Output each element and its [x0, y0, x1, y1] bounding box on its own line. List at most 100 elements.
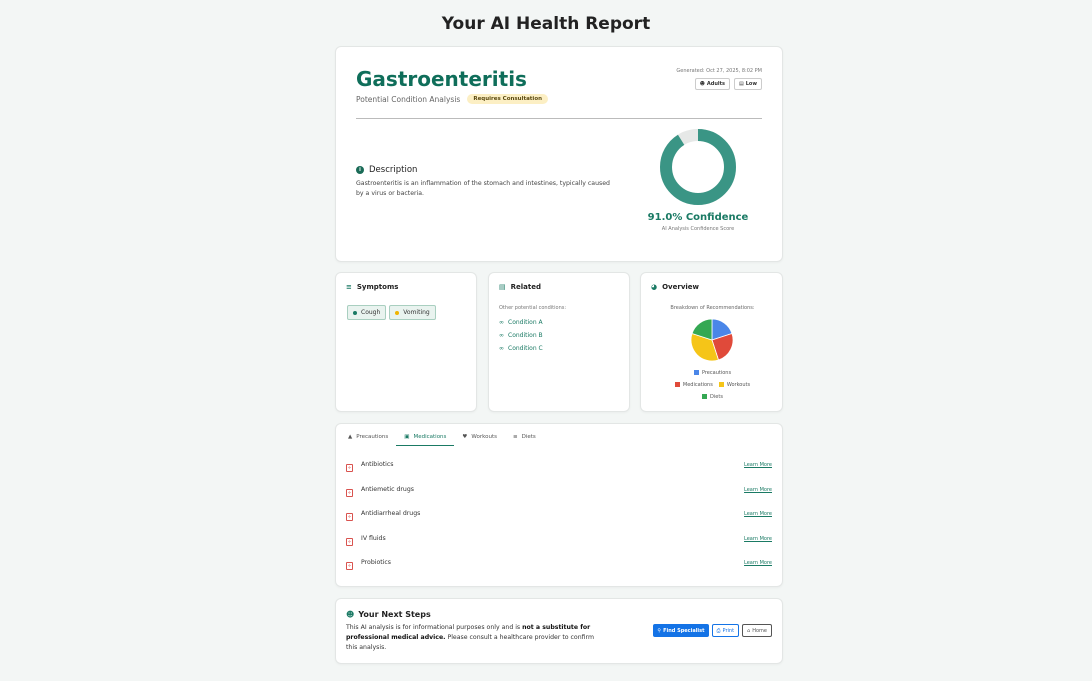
description-text: Gastroenteritis is an inflammation of th… — [356, 180, 610, 197]
next-steps-card: ☻ Your Next Steps This AI analysis is for… — [335, 598, 783, 664]
actions: ⚲ Find Specialist ⎙ Print ⌂ Home — [653, 624, 772, 637]
symptom-label: Cough — [361, 309, 381, 316]
legend-label: Medications — [682, 382, 713, 388]
heart-icon: ♥ — [462, 434, 468, 440]
print-icon: ⎙ — [716, 627, 721, 634]
medication-name: IV fluids — [361, 534, 386, 542]
overview-label: Breakdown of Recommendations: — [670, 305, 755, 311]
link-icon: ∞ — [499, 345, 504, 352]
find-specialist-button[interactable]: ⚲ Find Specialist — [653, 624, 709, 637]
divider — [356, 118, 762, 119]
related-link[interactable]: ∞ Condition A — [499, 319, 543, 326]
search-icon: ⚲ — [657, 627, 662, 634]
tab-label: Workouts — [471, 434, 497, 440]
overview-heading-label: Overview — [662, 283, 699, 291]
related-list: ∞ Condition A ∞ Condition B ∞ Condition C — [499, 319, 543, 358]
medication-name: Antibiotics — [361, 461, 394, 468]
button-label: Find Specialist — [663, 627, 705, 634]
link-icon: ∞ — [499, 319, 504, 326]
overview-card: ◕ Overview Breakdown of Recommendations: … — [640, 272, 783, 412]
related-link[interactable]: ∞ Condition B — [499, 332, 543, 339]
tab-diets[interactable]: ≡ Diets — [505, 428, 544, 446]
learn-more-link[interactable]: Learn More — [744, 462, 772, 468]
medication-name: Antidiarrheal drugs — [361, 510, 421, 517]
list-item: ☩ Probiotics Learn More — [346, 557, 772, 582]
next-steps-heading: ☻ Your Next Steps — [346, 610, 431, 619]
button-label: Home — [752, 627, 767, 634]
medication-list: ☩ Antibiotics Learn More ☩ Antiemetic drugs… — [346, 459, 772, 582]
list-item: ☩ Antibiotics Learn More — [346, 459, 772, 484]
prescription-icon: ☩ — [346, 562, 353, 570]
overview-heading: ◕ Overview — [651, 283, 699, 291]
list-item: ☩ Antidiarrheal drugs Learn More — [346, 508, 772, 533]
symptoms-card: ≡ Symptoms Cough Vomiting — [335, 272, 477, 412]
legend-label: Precautions — [701, 370, 732, 376]
recommendations-card: ▲ Precautions ▣ Medications ♥ Workouts ≡ Die… — [335, 423, 783, 587]
list-item: ☩ IV fluids Learn More — [346, 533, 772, 558]
symptom-label: Vomiting — [403, 309, 430, 316]
pie-icon: ◕ — [651, 283, 658, 291]
confidence-label: AI Analysis Confidence Score — [661, 226, 735, 232]
generated-timestamp: Generated: Oct 27, 2025, 8:02 PM — [676, 68, 762, 74]
list-item: ☩ Antiemetic drugs Learn More — [346, 484, 772, 509]
home-button[interactable]: ⌂ Home — [742, 624, 772, 637]
related-heading-label: Related — [510, 283, 541, 291]
related-card: ▤ Related Other potential conditions: ∞ Co… — [488, 272, 630, 412]
legend-swatch — [674, 382, 680, 387]
list-icon: ≡ — [512, 434, 518, 440]
condition-subtitle-row: Potential Condition Analysis Requires Co… — [356, 94, 549, 104]
info-icon: i — [356, 166, 364, 174]
symptom-chips: Cough Vomiting — [347, 305, 436, 320]
page-title: Your AI Health Report — [441, 14, 651, 34]
legend-label: Diets — [710, 394, 723, 400]
condition-subtitle: Potential Condition Analysis — [356, 94, 461, 104]
legend-swatch — [702, 394, 708, 399]
dot-icon — [395, 310, 400, 315]
tab-workouts[interactable]: ♥ Workouts — [454, 428, 505, 446]
condition-card: Gastroenteritis Potential Condition Anal… — [335, 46, 783, 262]
related-link-label: Condition C — [508, 345, 543, 352]
warning-icon: ▲ — [348, 434, 353, 440]
prescription-icon: ☩ — [346, 464, 353, 472]
legend-swatch — [718, 382, 724, 387]
tab-label: Precautions — [356, 434, 389, 440]
disclaimer-part: This AI analysis is for informational pu… — [346, 624, 523, 631]
tag-severity: ▤ Low — [734, 78, 762, 90]
learn-more-link[interactable]: Learn More — [744, 560, 772, 566]
chart-bars-icon: ▤ — [499, 283, 506, 291]
related-link-label: Condition B — [508, 332, 543, 339]
medication-name: Antiemetic drugs — [361, 485, 414, 493]
list-icon: ≡ — [346, 283, 352, 291]
legend-item: Precautions — [693, 370, 732, 376]
related-link[interactable]: ∞ Condition C — [499, 345, 543, 352]
legend-label: Workouts — [726, 382, 751, 388]
symptom-chip[interactable]: Vomiting — [389, 305, 436, 320]
description-heading-label: Description — [369, 165, 418, 175]
learn-more-link[interactable]: Learn More — [744, 487, 772, 493]
print-button[interactable]: ⎙ Print — [711, 624, 740, 637]
dot-icon — [353, 310, 357, 315]
next-steps-heading-label: Your Next Steps — [358, 610, 431, 619]
confidence-value: 91.0% Confidence — [647, 212, 749, 223]
tab-medications[interactable]: ▣ Medications — [396, 428, 455, 446]
learn-more-link[interactable]: Learn More — [744, 536, 772, 542]
tab-precautions[interactable]: ▲ Precautions — [340, 428, 396, 446]
legend-swatch — [693, 370, 699, 375]
related-heading: ▤ Related — [499, 283, 541, 291]
learn-more-link[interactable]: Learn More — [744, 511, 772, 517]
prescription-icon: ☩ — [346, 488, 353, 497]
description-heading: i Description — [356, 165, 417, 175]
person-icon: ☻ — [699, 81, 705, 87]
recommendation-tabs: ▲ Precautions ▣ Medications ♥ Workouts ≡ Die… — [340, 428, 544, 446]
symptoms-heading-label: Symptoms — [356, 283, 399, 291]
home-icon: ⌂ — [747, 627, 751, 634]
link-icon: ∞ — [499, 332, 504, 339]
recommendation-pie-chart — [690, 318, 734, 362]
button-label: Print — [722, 627, 735, 634]
legend-item: Medications — [674, 382, 713, 388]
consultation-badge: Requires Consultation — [467, 94, 549, 104]
related-label: Other potential conditions: — [499, 305, 567, 311]
symptom-chip[interactable]: Cough — [347, 305, 387, 320]
related-link-label: Condition A — [508, 319, 543, 326]
legend-item: Diets — [702, 394, 723, 400]
